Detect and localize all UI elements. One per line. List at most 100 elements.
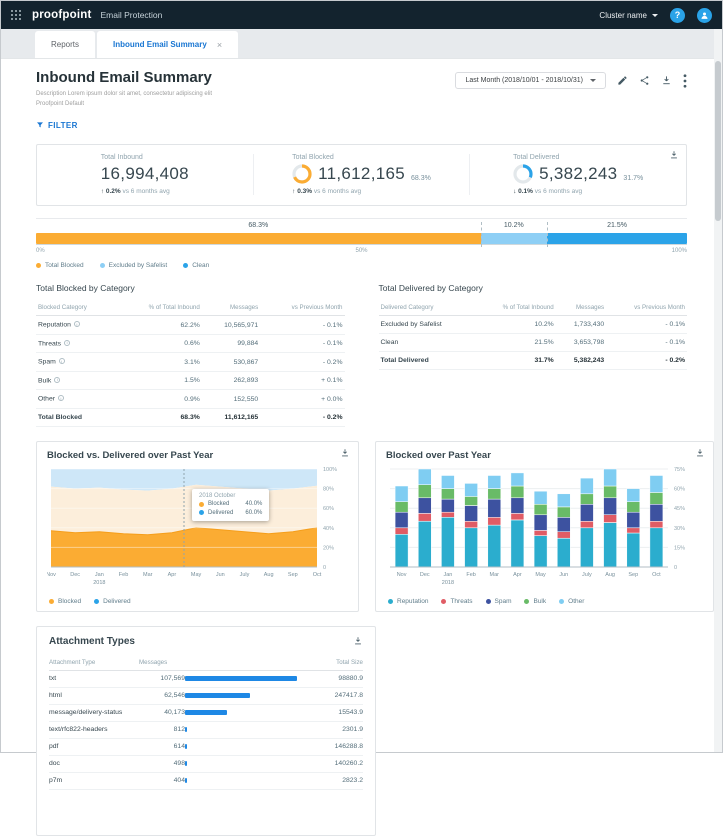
tab-inbound-email-summary[interactable]: Inbound Email Summary × [97,31,238,58]
segment-percent-label: 10.2% [504,222,524,229]
cell-messages: 11,612,165 [202,408,260,426]
legend-dot [559,599,564,604]
cell-percent: 1.5% [117,371,202,390]
tab-reports[interactable]: Reports [35,31,95,58]
attachments-table: Attachment Type Messages Total Size txt … [49,655,363,790]
stacked-bar-chart[interactable]: 015%30%45%60%75%NovDecJan2018FebMarAprMa… [386,465,703,595]
summary-stat-total-blocked: Total Blocked 11,612,16568.3% ↑ 0.3% vs … [254,154,471,195]
tooltip-row: Delivered60.0% [199,510,262,516]
info-icon[interactable]: i [58,395,64,401]
cell-messages-bar [185,670,303,687]
filter-button[interactable]: FILTER [36,121,78,130]
svg-text:2018: 2018 [93,580,105,586]
summary-stat-total-inbound: Total Inbound 16,994,408 ↑ 0.2% vs 6 mon… [37,154,254,195]
axis-label-0: 0% [36,248,45,254]
area-chart-legend: BlockedDelivered [47,598,348,605]
attachment-row: html 62,546 247417.8 [49,687,363,704]
info-icon[interactable]: i [74,321,80,327]
messages-bar [185,778,187,783]
category-tables-row: Total Blocked by Category Blocked Catego… [36,283,687,427]
axis-label-100: 100% [672,248,687,254]
cell-messages: 3,653,798 [556,334,606,352]
cell-messages-bar [185,772,303,789]
page-header: Inbound Email Summary Description Lorem … [1,59,722,113]
chart-title: Blocked vs. Delivered over Past Year [47,450,348,461]
legend-item-reputation: Reputation [388,598,428,605]
summary-card: Total Inbound 16,994,408 ↑ 0.2% vs 6 mon… [36,144,687,206]
legend-item-total-blocked: Total Blocked [36,262,84,269]
cell-messages: 62,546 [139,687,185,704]
svg-text:0: 0 [323,565,326,571]
cell-messages: 5,382,243 [556,352,606,370]
share-icon[interactable] [639,75,650,86]
user-icon[interactable] [697,8,712,23]
cell-messages: 1,733,430 [556,316,606,334]
attachments-download-icon[interactable] [353,636,363,646]
stacked-bar-chart-svg[interactable]: 015%30%45%60%75%NovDecJan2018FebMarAprMa… [386,465,703,595]
page-description: Description Lorem ipsum dolor sit amet, … [36,89,212,109]
table-row: Excluded by Safelist 10.2% 1,733,430 - 0… [379,316,688,334]
date-range-dropdown[interactable]: Last Month (2018/10/01 - 2018/10/31) [455,72,606,89]
svg-text:Apr: Apr [513,572,522,578]
area-chart-svg[interactable]: 020%40%60%80%100%NovDecJanFebMarAprMayJu… [47,465,350,595]
svg-text:Dec: Dec [420,572,430,578]
cell-total-size: 98880.9 [303,670,363,687]
cluster-dropdown[interactable]: Cluster name [599,11,658,20]
segment-percent-label: 68.3% [248,222,268,229]
column-messages: Messages [139,655,303,671]
column-attachment-type: Attachment Type [49,655,139,671]
info-icon[interactable]: i [59,358,65,364]
svg-text:60%: 60% [323,506,334,512]
scrollbar[interactable] [714,29,722,752]
messages-bar [185,761,187,766]
attachment-row: p7m 404 2823.2 [49,772,363,789]
cell-messages-bar [185,687,303,704]
cell-attachment-type: message/delivery-status [49,704,139,721]
scrollbar-thumb[interactable] [715,61,721,221]
charts-row: Blocked vs. Delivered over Past Year 0 20… [36,441,710,612]
filter-row: FILTER [1,113,722,142]
tab-close-icon[interactable]: × [217,40,222,50]
column-header-2: Messages [202,300,260,316]
cell-messages-bar [185,755,303,772]
delivered-by-category-table: Total Delivered by Category Delivered Ca… [379,283,688,427]
page-title: Inbound Email Summary [36,69,212,86]
cell-messages: 262,893 [202,371,260,390]
svg-text:80%: 80% [323,486,334,492]
header-controls: Last Month (2018/10/01 - 2018/10/31) [455,72,687,89]
distribution-axis: 0% 50% 100% [36,244,687,257]
description-line-2: Proofpoint Default [36,99,212,109]
messages-bar [185,744,187,749]
help-icon[interactable]: ? [670,8,685,23]
svg-text:Jun: Jun [559,572,568,578]
tooltip-title: 2018 October [199,493,262,499]
cell-category: Reputationi [36,316,117,335]
donut-chart [292,164,312,184]
area-chart[interactable]: 020%40%60%80%100%NovDecJanFebMarAprMayJu… [47,465,348,595]
legend-item-other: Other [559,598,584,605]
info-icon[interactable]: i [54,377,60,383]
legend-dot [486,599,491,604]
svg-text:20%: 20% [323,545,334,551]
apps-grid-icon[interactable] [11,10,21,20]
bar-segment-excluded-by-safelist[interactable] [481,233,547,244]
legend-item-excluded-by-safelist: Excluded by Safelist [100,262,168,269]
cell-change: - 0.1% [260,316,344,335]
blocked-by-category-table: Total Blocked by Category Blocked Catego… [36,283,345,427]
edit-icon[interactable] [617,75,628,86]
cell-messages: 812 [139,721,185,738]
more-options-icon[interactable] [683,74,687,88]
chart-download-icon[interactable] [340,448,350,458]
filter-label: FILTER [48,121,78,130]
info-icon[interactable]: i [64,340,70,346]
chart-download-icon[interactable] [695,448,705,458]
download-icon[interactable] [661,75,672,86]
bar-segment-clean[interactable] [547,233,687,244]
bar-segment-total-blocked[interactable] [36,233,481,244]
cell-attachment-type: p7m [49,772,139,789]
table-row: Spami 3.1% 530,867 - 0.2% [36,353,345,372]
stat-label: Total Blocked [292,154,431,161]
table-row: Bulki 1.5% 262,893 + 0.1% [36,371,345,390]
summary-download-icon[interactable] [669,150,679,160]
product-name: Email Protection [100,10,162,20]
